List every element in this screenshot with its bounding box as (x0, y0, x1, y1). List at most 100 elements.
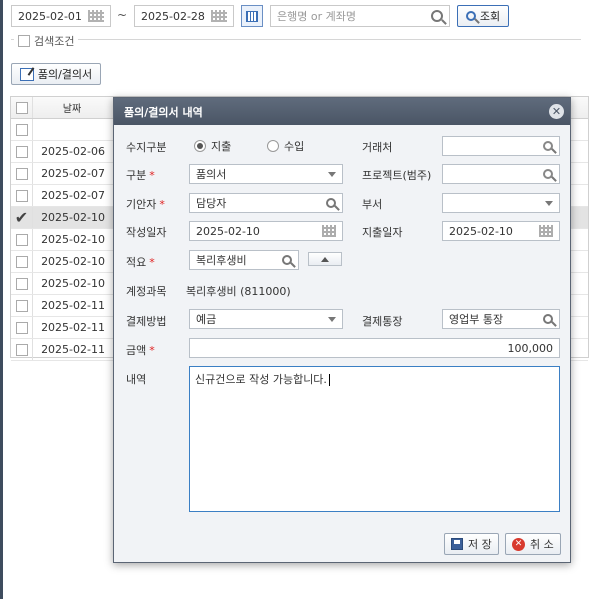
approval-button-label: 품의/결의서 (37, 68, 93, 81)
row-checkbox[interactable] (15, 255, 28, 268)
row-date: 2025-02-07 (41, 189, 105, 202)
expense-date-value: 2025-02-10 (449, 224, 513, 238)
approval-dialog: 품의/결의서 내역 ✕ 수지구분 지출 수입 거래처 구분 * 품의서 프로젝트(… (113, 97, 571, 563)
created-date-input[interactable]: 2025-02-10 (189, 221, 343, 241)
bank-search-input[interactable]: 은행명 or 계좌명 (270, 5, 450, 27)
radio-expense[interactable]: 지출 (194, 138, 231, 154)
label-amount: 금액 * (126, 342, 155, 358)
required-mark: * (149, 169, 155, 182)
amount-value: 100,000 (507, 341, 554, 355)
calendar-icon[interactable] (322, 225, 336, 237)
search-button-label: 조회 (479, 10, 501, 23)
row-check-cell (11, 273, 33, 294)
row-date: 2025-02-10 (41, 211, 105, 224)
row-check-cell (11, 141, 33, 162)
chevron-down-icon (545, 200, 553, 206)
search-placeholder: 은행명 or 계좌명 (277, 10, 356, 23)
created-date-value: 2025-02-10 (196, 224, 260, 238)
row-checkbox[interactable] (15, 277, 28, 290)
row-date: 2025-02-10 (41, 277, 105, 290)
summary-value: 복리후생비 (196, 254, 247, 267)
calendar-icon[interactable] (88, 10, 104, 22)
label-project: 프로젝트(범주) (362, 169, 432, 182)
search-icon[interactable] (431, 10, 443, 22)
chevron-down-icon (328, 316, 336, 322)
row-checkbox[interactable] (15, 145, 28, 158)
cancel-button-label: 취 소 (530, 538, 554, 551)
radio-income-label: 수입 (284, 140, 305, 153)
row-checkbox[interactable] (15, 123, 28, 136)
amount-input[interactable]: 100,000 (189, 338, 560, 358)
approval-document-button[interactable]: 품의/결의서 (11, 63, 101, 85)
row-checkbox[interactable] (15, 299, 28, 312)
col-date-header[interactable]: 날짜 (33, 100, 111, 115)
save-button[interactable]: 저 장 (444, 533, 499, 555)
window-edge (0, 0, 3, 599)
pay-method-value: 예금 (196, 313, 217, 326)
category-value: 품의서 (196, 168, 227, 181)
row-checkbox[interactable] (15, 321, 28, 334)
calendar-icon (246, 10, 258, 22)
label-type-inout: 수지구분 (126, 141, 167, 154)
chevron-up-icon (321, 256, 329, 262)
search-icon[interactable] (282, 255, 292, 265)
text-caret (328, 374, 330, 386)
row-checkbox[interactable] (15, 189, 28, 202)
calendar-icon[interactable] (211, 10, 227, 22)
row-date: 2025-02-10 (41, 233, 105, 246)
header-check-cell (11, 97, 33, 118)
category-select[interactable]: 품의서 (189, 164, 343, 184)
close-icon[interactable]: ✕ (549, 104, 564, 119)
label-pay-method: 결제방법 (126, 315, 167, 328)
row-checkbox[interactable] (15, 167, 28, 180)
date-from-input[interactable]: 2025-02-01 (11, 5, 111, 27)
row-date: 2025-02-11 (41, 343, 105, 356)
required-mark: * (149, 256, 155, 269)
radio-income[interactable]: 수입 (267, 138, 304, 154)
search-conditions-toggle[interactable]: 검색조건 (14, 33, 79, 49)
search-icon[interactable] (543, 169, 553, 179)
label-created-date: 작성일자 (126, 226, 167, 239)
pay-account-input[interactable]: 영업부 통장 (442, 309, 560, 329)
checkmark-icon[interactable]: ✔ (15, 209, 28, 225)
content-textarea[interactable]: 신규건으로 작성 가능합니다. (189, 366, 560, 512)
row-check-cell (11, 119, 33, 140)
calendar-picker-button[interactable] (241, 5, 263, 27)
summary-input[interactable]: 복리후생비 (189, 250, 299, 270)
radio-expense-label: 지출 (211, 140, 232, 153)
account-value: 복리후생비 (811000) (186, 285, 291, 298)
search-conditions-checkbox[interactable] (18, 35, 30, 47)
row-check-cell (11, 339, 33, 360)
date-to-input[interactable]: 2025-02-28 (134, 5, 234, 27)
search-conditions-label: 검색조건 (34, 35, 75, 48)
partner-input[interactable] (442, 136, 560, 156)
collapse-button[interactable] (308, 252, 342, 266)
drafter-input[interactable]: 담당자 (189, 193, 343, 213)
cancel-icon: ✕ (512, 537, 525, 551)
calendar-icon[interactable] (539, 225, 553, 237)
row-date: 2025-02-11 (41, 321, 105, 334)
date-from-value: 2025-02-01 (18, 9, 82, 23)
label-content: 내역 (126, 373, 147, 386)
row-check-cell (11, 295, 33, 316)
search-icon[interactable] (326, 198, 336, 208)
search-icon[interactable] (543, 314, 553, 324)
fieldset-divider (11, 39, 581, 40)
search-button[interactable]: 조회 (457, 5, 509, 27)
radio-button-income[interactable] (267, 140, 279, 152)
expense-date-input[interactable]: 2025-02-10 (442, 221, 560, 241)
row-checkbox[interactable] (15, 233, 28, 246)
date-to-value: 2025-02-28 (141, 9, 205, 23)
select-all-checkbox[interactable] (15, 101, 28, 114)
row-checkbox[interactable] (15, 343, 28, 356)
pay-method-select[interactable]: 예금 (189, 309, 343, 329)
cancel-button[interactable]: ✕ 취 소 (505, 533, 561, 555)
label-partner: 거래처 (362, 141, 393, 154)
label-category: 구분 * (126, 167, 155, 183)
radio-button-expense[interactable] (194, 140, 206, 152)
project-input[interactable] (442, 164, 560, 184)
department-select[interactable] (442, 193, 560, 213)
save-button-label: 저 장 (468, 538, 492, 551)
search-icon[interactable] (543, 141, 553, 151)
label-account: 계정과목 (126, 285, 167, 298)
